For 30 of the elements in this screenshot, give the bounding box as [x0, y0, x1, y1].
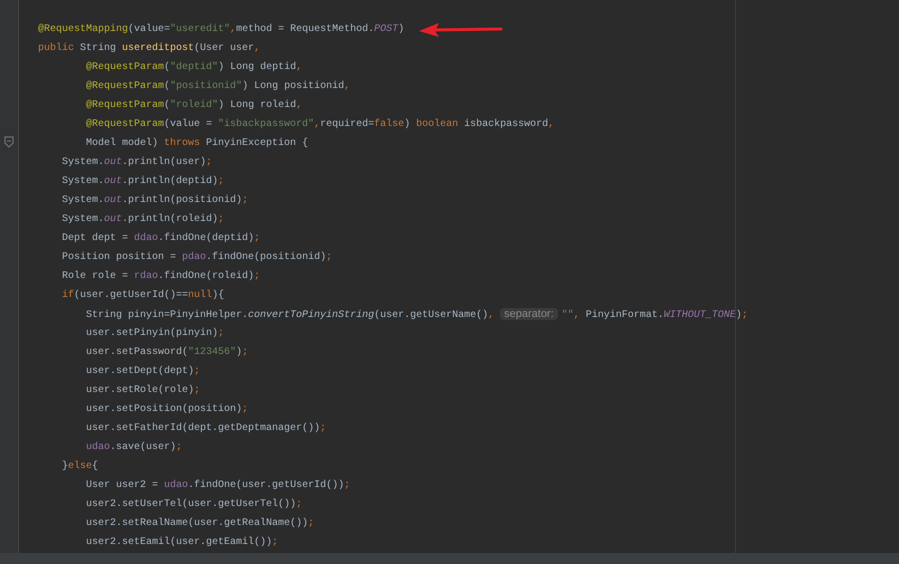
code-line: @RequestParam("positionid") Long positionid, [85, 80, 350, 94]
code-line: user.setFatherId(dept.getDeptmanager()); [85, 422, 326, 436]
code-line: user.setRole(role); [85, 384, 200, 398]
code-line: Dept dept = ddao.findOne(deptid); [61, 232, 260, 246]
code-line: user.setPosition(position); [85, 402, 248, 417]
code-line: System.out.println(user); [61, 156, 212, 170]
code-line: user.setDept(dept); [85, 364, 200, 379]
code-line: System.out.println(deptid); [61, 174, 224, 189]
code-line: Role role = rdao.findOne(roleid); [61, 270, 260, 284]
code-line: String pinyin=PinyinHelper.convertToPinyinString(user.getUserName(), separator: "", PinyinFormat.WITHOUT_TONE); [85, 307, 748, 323]
code-line: Model model) throws PinyinException { [85, 136, 308, 151]
code-line: @RequestMapping(value="useredit",method = RequestMethod.POST) [38, 22, 404, 37]
code-line: Position position = pdao.findOne(positionid); [61, 250, 332, 265]
code-line: System.out.println(positionid); [61, 194, 248, 208]
horizontal-scrollbar[interactable] [0, 553, 899, 564]
code-line: }else{ [61, 460, 98, 474]
code-line: System.out.println(roleid); [61, 212, 224, 227]
code-line: udao.save(user); [85, 440, 182, 455]
code-line: User user2 = udao.findOne(user.getUserId()); [85, 478, 350, 493]
code-line: @RequestParam("roleid") Long roleid, [85, 98, 302, 113]
code-line: user2.setUserTel(user.getUserTel()); [85, 498, 302, 512]
code-line: user.setPinyin(pinyin); [85, 326, 224, 341]
code-line: user2.setRealName(user.getRealName()); [85, 516, 314, 531]
code-line: if(user.getUserId()==null){ [61, 288, 224, 303]
code-line: @RequestParam("deptid") Long deptid, [85, 60, 302, 75]
code-line: user2.setEamil(user.getEamil()); [85, 536, 278, 550]
code-line: @RequestParam(value = "isbackpassword",required=false) boolean isbackpassword, [85, 118, 554, 132]
fold-marker-icon[interactable] [4, 136, 14, 148]
code-line: user.setPassword("123456"); [85, 346, 248, 360]
code-line: public String usereditpost(User user, [38, 42, 260, 56]
